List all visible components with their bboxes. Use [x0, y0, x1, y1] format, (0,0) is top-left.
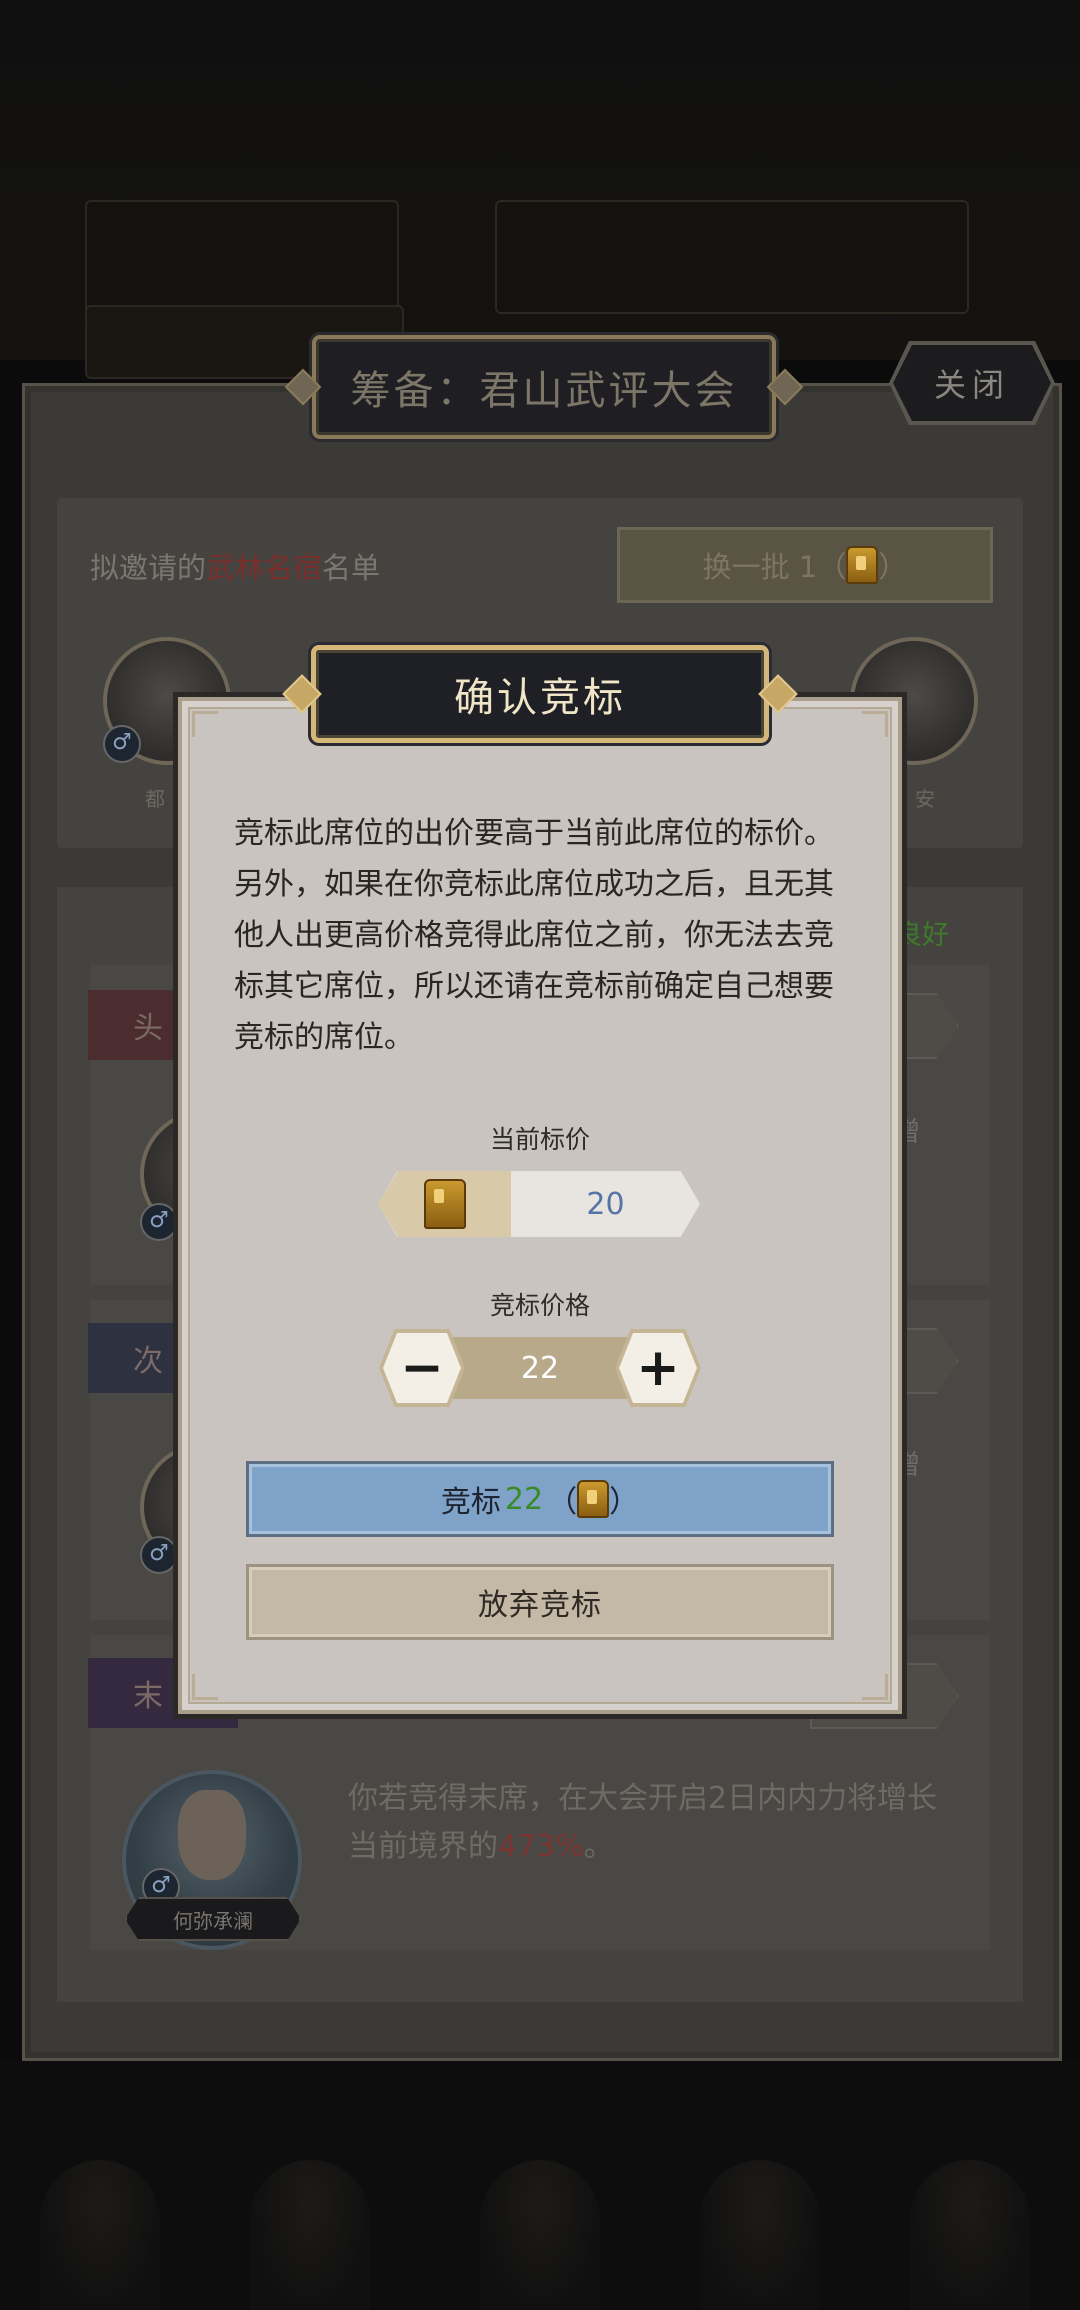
refresh-list-button[interactable]: 换一批 1（ ） [617, 527, 993, 603]
background-figure [40, 2160, 160, 2310]
seat-tab-label: 次 [133, 1344, 163, 1379]
hero-name: 都 [145, 787, 165, 811]
background-figure [700, 2160, 820, 2310]
refresh-label: 换一批 1（ [702, 550, 847, 584]
dialog-title-text: 确认竞标 [454, 675, 626, 721]
seat-description-text: 你若竞得末席，在大会开启2日内内力将增长当前境界的 [348, 1781, 938, 1864]
hero-portrait [178, 1790, 246, 1880]
bid-price-label: 竞标价格 [489, 1291, 590, 1320]
invite-label-suffix: 名单 [322, 551, 381, 585]
seat-description-percent: 473% [498, 1829, 584, 1864]
background-bottom [0, 2060, 1080, 2310]
bid-amount-value[interactable]: 22 [470, 1337, 610, 1399]
invite-label: 拟邀请的武林名宿名单 [90, 545, 380, 587]
seat-description-end: 。 [583, 1829, 614, 1864]
corner-ornament-icon [192, 1674, 218, 1700]
gold-token-icon [577, 1480, 610, 1518]
hero-name: 何弥承澜 [173, 1908, 253, 1933]
plus-icon: + [636, 1338, 680, 1398]
gold-token-icon [423, 1179, 466, 1229]
bid-button-paren-open: （ [547, 1485, 578, 1520]
current-bid-icon-cell [378, 1171, 511, 1237]
current-bid-value: 20 [586, 1186, 625, 1222]
bid-button-paren-close: ） [609, 1485, 640, 1520]
confirm-bid-button[interactable]: 竞标 22 （ ） [246, 1461, 834, 1537]
male-icon: ♂ [103, 725, 141, 763]
current-bid-label: 当前标价 [489, 1125, 590, 1154]
seat-tab-label: 头 [133, 1011, 163, 1046]
decrease-bid-button[interactable]: − [383, 1333, 461, 1403]
abandon-bid-button[interactable]: 放弃竞标 [246, 1564, 834, 1640]
minus-icon: − [400, 1338, 444, 1398]
abandon-button-label: 放弃竞标 [478, 1588, 602, 1623]
increase-bid-button[interactable]: + [619, 1333, 697, 1403]
background-figure [910, 2160, 1030, 2310]
invite-label-highlight: 武林名宿 [206, 551, 323, 585]
close-button-label: 关闭 [933, 366, 1010, 404]
corner-ornament-icon [862, 711, 888, 737]
hero-name-plate: 何弥承澜 [125, 1897, 301, 1941]
background-figure [480, 2160, 600, 2310]
main-title: 筹备：君山武评大会 [284, 335, 804, 439]
main-title-text: 筹备：君山武评大会 [350, 368, 738, 414]
dialog-title: 确认竞标 [282, 645, 798, 743]
hero-name: 安 [915, 787, 935, 811]
invite-label-prefix: 拟邀请的 [90, 551, 207, 585]
refresh-label-end: ） [878, 550, 908, 584]
seat-description: 你若竞得末席，在大会开启2日内内力将增长当前境界的473%。 [348, 1775, 948, 1871]
corner-ornament-icon [862, 1674, 888, 1700]
bid-button-label: 竞标 [440, 1485, 501, 1520]
seat-tab-label: 末 [133, 1679, 163, 1714]
background-top [0, 0, 1080, 379]
close-button[interactable]: 关闭 [893, 345, 1051, 421]
current-bid-display: 20 [375, 1168, 703, 1240]
gold-token-icon [846, 546, 879, 584]
background-figure [250, 2160, 370, 2310]
bid-button-amount: 22 [504, 1481, 544, 1517]
corner-ornament-icon [192, 711, 218, 737]
background-panel [85, 200, 399, 314]
background-panel [495, 200, 969, 314]
dialog-message: 竞标此席位的出价要高于当前此席位的标价。另外，如果在你竞标此席位成功之后，且无其… [234, 816, 834, 1055]
